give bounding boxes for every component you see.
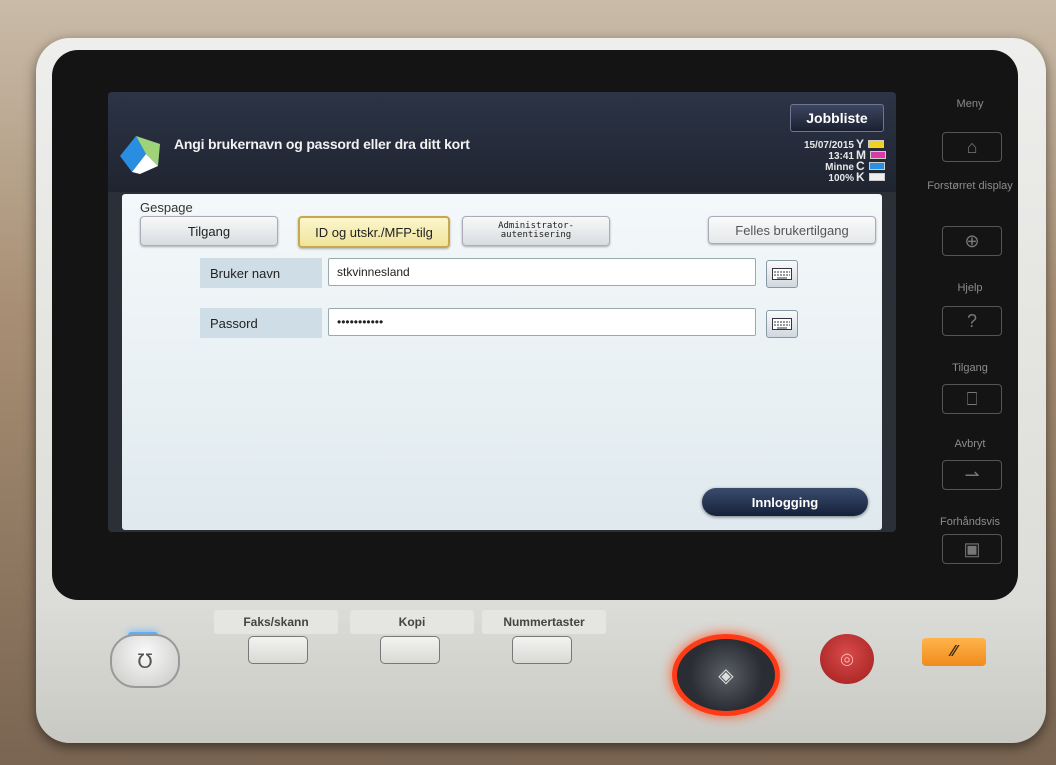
instruction-text: Angi brukernavn og passord eller dra dit…: [174, 136, 470, 152]
enlarge-button[interactable]: ⊕: [942, 226, 1002, 256]
fax-scan-label: Faks/skann: [214, 610, 338, 634]
reset-button[interactable]: ⁄⁄: [922, 638, 986, 666]
start-icon: ◈: [718, 664, 734, 687]
top-bar: Angi brukernavn og passord eller dra dit…: [108, 92, 896, 192]
reset-icon: ⁄⁄: [951, 643, 957, 660]
fax-scan-button[interactable]: [248, 636, 308, 664]
power-save-icon: ℧: [137, 650, 153, 673]
numeric-keys-label: Nummertaster: [482, 610, 606, 634]
stop-icon: ◎: [840, 651, 854, 668]
help-button[interactable]: ?: [942, 306, 1002, 336]
preview-button[interactable]: ▣: [942, 534, 1002, 564]
numeric-keys-button[interactable]: [512, 636, 572, 664]
enlarged-display-label: Forstørret display: [927, 180, 1013, 192]
konica-logo-icon: [120, 136, 160, 174]
tab-admin-auth[interactable]: Administrator- autentisering: [462, 216, 610, 246]
preview-label: Forhåndsvis: [940, 516, 1000, 528]
access-label: Tilgang: [952, 362, 988, 374]
password-label: Passord: [200, 308, 322, 338]
copy-button[interactable]: [380, 636, 440, 664]
access-button[interactable]: ⎕: [942, 384, 1002, 414]
keyboard-icon: [772, 318, 792, 330]
question-icon: ?: [966, 310, 977, 331]
home-icon: ⌂: [966, 136, 978, 157]
date-text: 15/07/2015: [803, 140, 854, 151]
door-icon: ⎕: [966, 388, 978, 409]
tab-id-print[interactable]: ID og utskr./MFP-tilg: [298, 216, 450, 248]
interrupt-button[interactable]: ⇀: [942, 460, 1002, 490]
time-text: 13:41: [828, 151, 854, 162]
help-label: Hjelp: [957, 282, 983, 294]
username-label: Bruker navn: [200, 258, 322, 288]
copy-label: Kopi: [350, 610, 474, 634]
status-readout: 15/07/2015 13:41 Minne 100%: [784, 140, 854, 184]
interrupt-label: Avbryt: [954, 438, 986, 450]
toner-k: K: [856, 170, 896, 184]
touch-screen: Angi brukernavn og passord eller dra dit…: [108, 92, 896, 532]
home-button[interactable]: ⌂: [942, 132, 1002, 162]
power-button[interactable]: ℧: [110, 634, 180, 688]
username-field[interactable]: stkvinnesland: [328, 258, 756, 286]
login-panel: Gespage Tilgang ID og utskr./MFP-tilg Ad…: [122, 194, 882, 530]
password-keyboard-button[interactable]: [766, 310, 798, 338]
panel-title: Gespage: [140, 200, 193, 215]
tab-access[interactable]: Tilgang: [140, 216, 278, 246]
password-field[interactable]: •••••••••••: [328, 308, 756, 336]
interrupt-icon: ⇀: [964, 464, 980, 485]
keyboard-icon: [772, 268, 792, 280]
memory-value: 100%: [828, 173, 854, 184]
public-access-button[interactable]: Felles brukertilgang: [708, 216, 876, 244]
username-keyboard-button[interactable]: [766, 260, 798, 288]
toner-levels: Y M C K: [856, 137, 896, 184]
stop-button[interactable]: ◎: [820, 634, 874, 684]
preview-icon: ▣: [963, 538, 981, 559]
job-list-button[interactable]: Jobbliste: [790, 104, 884, 132]
menu-label: Meny: [956, 98, 984, 110]
memory-label: Minne: [825, 162, 854, 173]
zoom-icon: ⊕: [964, 230, 980, 251]
start-button[interactable]: ◈: [672, 634, 780, 716]
login-button[interactable]: Innlogging: [702, 488, 868, 516]
